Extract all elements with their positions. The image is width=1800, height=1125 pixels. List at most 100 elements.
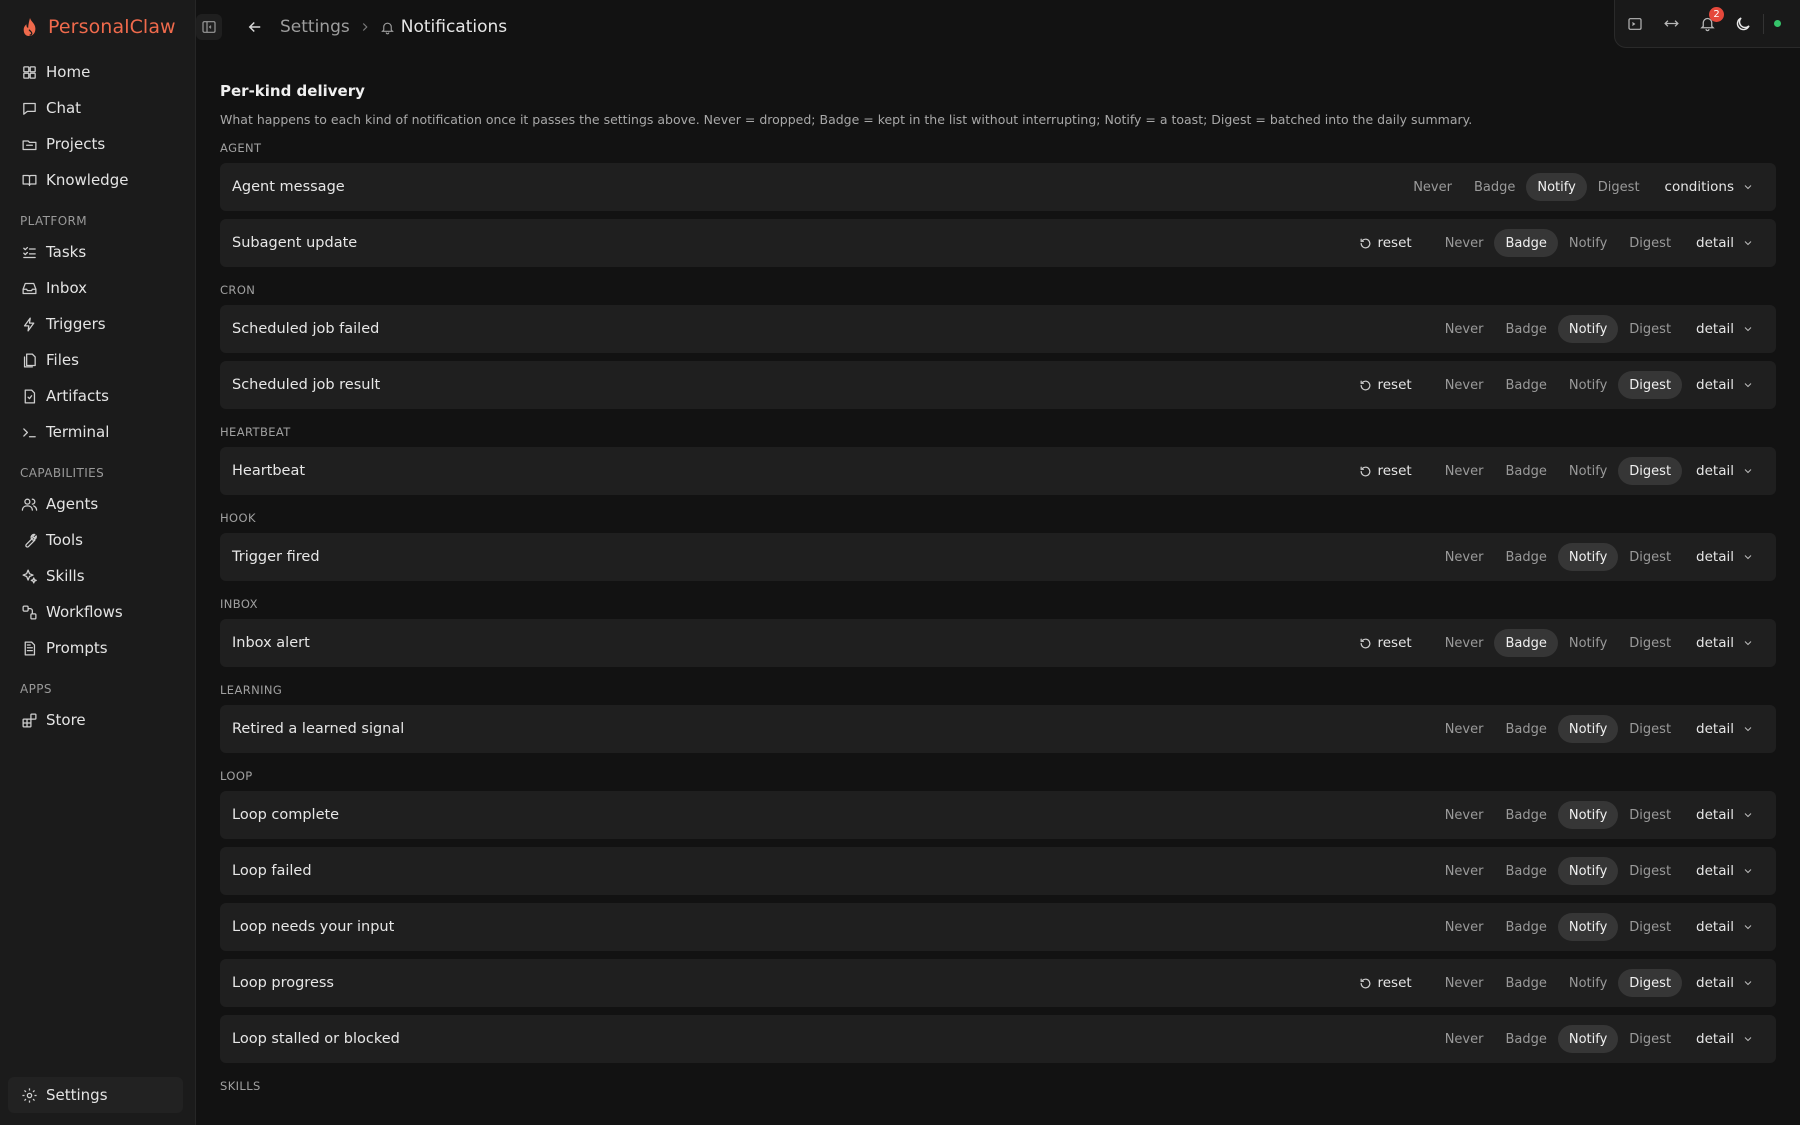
mode-option-badge[interactable]: Badge (1494, 913, 1557, 941)
mode-option-never[interactable]: Never (1434, 229, 1495, 257)
chevron-down-icon (1742, 723, 1754, 735)
sidebar-item-tools[interactable]: Tools (0, 522, 195, 558)
mode-option-badge[interactable]: Badge (1463, 173, 1526, 201)
mode-option-notify[interactable]: Notify (1557, 1025, 1619, 1053)
mode-option-notify[interactable]: Notify (1558, 229, 1618, 257)
reset-icon (1359, 977, 1372, 990)
mode-option-never[interactable]: Never (1434, 457, 1495, 485)
detail-dropdown[interactable]: detail (1696, 321, 1754, 337)
mode-option-digest[interactable]: Digest (1587, 173, 1651, 201)
detail-dropdown[interactable]: detail (1696, 549, 1754, 565)
mode-option-digest[interactable]: Digest (1618, 543, 1682, 571)
mode-option-badge[interactable]: Badge (1494, 457, 1557, 485)
mode-option-badge[interactable]: Badge (1494, 371, 1557, 399)
detail-dropdown[interactable]: detail (1696, 975, 1754, 991)
back-arrow-icon[interactable] (244, 16, 266, 38)
sidebar-item-chat[interactable]: Chat (0, 90, 195, 126)
mode-option-notify[interactable]: Notify (1557, 857, 1619, 885)
brand[interactable]: PersonalClaw (0, 0, 195, 54)
sidebar-item-triggers[interactable]: Triggers (0, 306, 195, 342)
mode-option-digest[interactable]: Digest (1618, 857, 1682, 885)
mode-option-notify[interactable]: Notify (1557, 801, 1619, 829)
mode-option-digest[interactable]: Digest (1618, 715, 1682, 743)
sidebar-item-skills[interactable]: Skills (0, 558, 195, 594)
delivery-row-loop-progress: Loop progress reset Never Badge Notify Digest… (220, 959, 1776, 1007)
mode-option-never[interactable]: Never (1434, 801, 1495, 829)
mode-option-badge[interactable]: Badge (1494, 1025, 1557, 1053)
mode-option-never[interactable]: Never (1434, 371, 1495, 399)
mode-option-never[interactable]: Never (1402, 173, 1463, 201)
sidebar-section-capabilities: CAPABILITIES (20, 466, 105, 480)
mode-option-digest[interactable]: Digest (1618, 229, 1682, 257)
mode-option-badge[interactable]: Badge (1494, 857, 1557, 885)
reset-button[interactable]: reset (1359, 975, 1412, 991)
mode-option-never[interactable]: Never (1434, 315, 1495, 343)
detail-dropdown[interactable]: detail (1696, 807, 1754, 823)
sidebar-item-projects[interactable]: Projects (0, 126, 195, 162)
reset-button[interactable]: reset (1359, 235, 1412, 251)
expand-width-icon[interactable] (1661, 14, 1681, 34)
mode-option-badge[interactable]: Badge (1494, 629, 1558, 657)
sidebar-item-tasks[interactable]: Tasks (0, 234, 195, 270)
sidebar-item-prompts[interactable]: Prompts (0, 630, 195, 666)
mode-option-never[interactable]: Never (1434, 969, 1495, 997)
chevron-down-icon (1742, 181, 1754, 193)
moon-icon[interactable] (1733, 14, 1753, 34)
detail-dropdown[interactable]: detail (1696, 919, 1754, 935)
mode-option-digest[interactable]: Digest (1618, 371, 1683, 399)
detail-dropdown[interactable]: detail (1696, 463, 1754, 479)
reset-button[interactable]: reset (1359, 463, 1412, 479)
mode-option-badge[interactable]: Badge (1494, 229, 1558, 257)
mode-option-digest[interactable]: Digest (1618, 629, 1682, 657)
mode-option-notify[interactable]: Notify (1558, 457, 1618, 485)
detail-dropdown[interactable]: detail (1696, 863, 1754, 879)
sidebar-item-agents[interactable]: Agents (0, 486, 195, 522)
detail-dropdown[interactable]: detail (1696, 721, 1754, 737)
mode-option-never[interactable]: Never (1434, 715, 1495, 743)
terminal-panel-icon[interactable] (1625, 14, 1645, 34)
sidebar-item-store[interactable]: Store (0, 702, 195, 738)
mode-option-digest[interactable]: Digest (1618, 457, 1683, 485)
reset-button[interactable]: reset (1359, 635, 1412, 651)
mode-option-notify[interactable]: Notify (1557, 315, 1619, 343)
mode-option-badge[interactable]: Badge (1494, 715, 1557, 743)
mode-option-badge[interactable]: Badge (1494, 315, 1557, 343)
reset-button[interactable]: reset (1359, 377, 1412, 393)
mode-option-notify[interactable]: Notify (1558, 629, 1618, 657)
sidebar-item-files[interactable]: Files (0, 342, 195, 378)
sidebar-item-settings[interactable]: Settings (8, 1077, 183, 1113)
sidebar-toggle-icon[interactable] (196, 14, 222, 40)
mode-option-badge[interactable]: Badge (1494, 543, 1557, 571)
mode-option-notify[interactable]: Notify (1558, 969, 1618, 997)
mode-option-notify[interactable]: Notify (1558, 371, 1618, 399)
mode-option-never[interactable]: Never (1434, 1025, 1495, 1053)
sidebar-item-inbox[interactable]: Inbox (0, 270, 195, 306)
breadcrumb-settings[interactable]: Settings (280, 17, 350, 37)
sidebar-item-artifacts[interactable]: Artifacts (0, 378, 195, 414)
mode-option-digest[interactable]: Digest (1618, 1025, 1682, 1053)
mode-option-never[interactable]: Never (1434, 629, 1495, 657)
mode-option-digest[interactable]: Digest (1618, 801, 1682, 829)
mode-option-notify[interactable]: Notify (1557, 715, 1619, 743)
notifications-bell-icon[interactable]: 2 (1697, 6, 1724, 34)
mode-option-notify[interactable]: Notify (1526, 173, 1587, 201)
conditions-dropdown[interactable]: conditions (1665, 179, 1754, 195)
detail-dropdown[interactable]: detail (1696, 235, 1754, 251)
mode-option-notify[interactable]: Notify (1557, 543, 1619, 571)
detail-dropdown[interactable]: detail (1696, 635, 1754, 651)
mode-option-notify[interactable]: Notify (1557, 913, 1619, 941)
mode-option-never[interactable]: Never (1434, 913, 1495, 941)
detail-dropdown[interactable]: detail (1696, 377, 1754, 393)
sidebar-item-home[interactable]: Home (0, 54, 195, 90)
mode-option-digest[interactable]: Digest (1618, 969, 1683, 997)
mode-option-digest[interactable]: Digest (1618, 315, 1682, 343)
sidebar-item-knowledge[interactable]: Knowledge (0, 162, 195, 198)
mode-option-badge[interactable]: Badge (1494, 801, 1557, 829)
detail-dropdown[interactable]: detail (1696, 1031, 1754, 1047)
sidebar-item-workflows[interactable]: Workflows (0, 594, 195, 630)
mode-option-never[interactable]: Never (1434, 857, 1495, 885)
mode-option-digest[interactable]: Digest (1618, 913, 1682, 941)
mode-option-never[interactable]: Never (1434, 543, 1495, 571)
sidebar-item-terminal[interactable]: Terminal (0, 414, 195, 450)
mode-option-badge[interactable]: Badge (1494, 969, 1557, 997)
